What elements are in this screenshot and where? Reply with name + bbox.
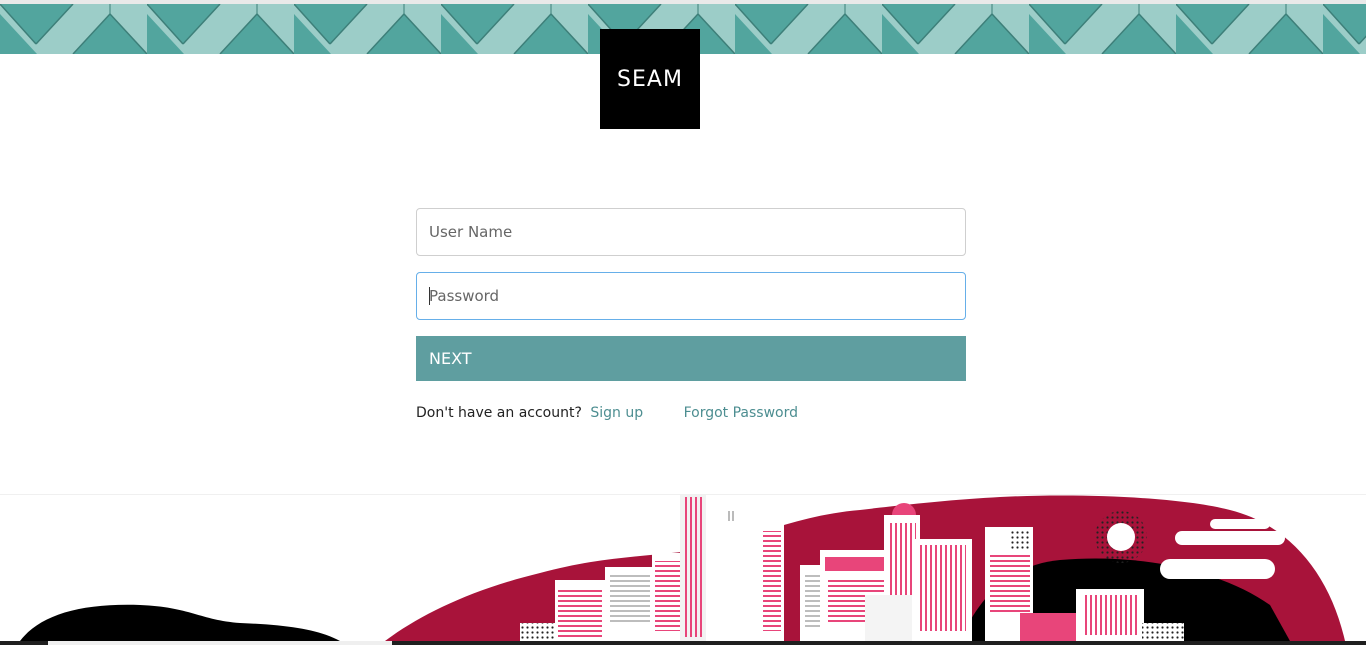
account-links: Don't have an account? Sign up Forgot Pa… [416,405,798,421]
forgot-password-link[interactable]: Forgot Password [684,405,798,421]
text-cursor [429,287,430,305]
no-account-text: Don't have an account? [416,405,582,421]
logo-text: SEAM [617,66,683,92]
bottom-border [0,641,1366,645]
bottom-border-segment [48,641,392,645]
next-button[interactable]: NEXT [416,336,966,381]
sign-up-link[interactable]: Sign up [590,405,643,421]
city-skyline-illustration [0,495,1366,641]
password-input[interactable] [416,272,966,320]
seam-logo: SEAM [600,29,700,129]
username-input[interactable] [416,208,966,256]
